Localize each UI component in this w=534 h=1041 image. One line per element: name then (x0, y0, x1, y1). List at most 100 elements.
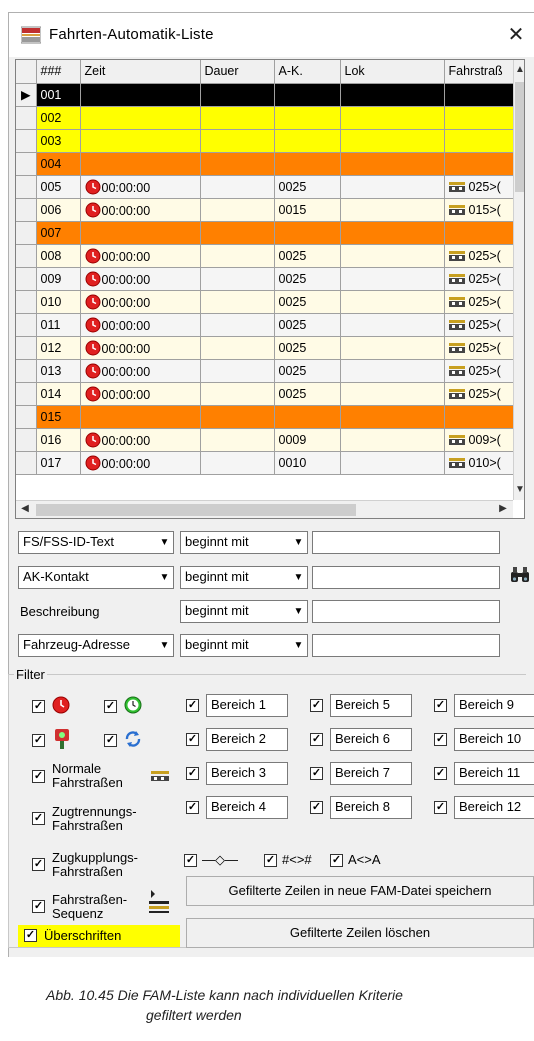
search-field-select-2[interactable]: AK-Kontakt ▼ (18, 566, 174, 589)
bereich-11-checkbox[interactable]: ✓ (434, 767, 447, 780)
row-selector[interactable] (16, 382, 37, 406)
table-row[interactable]: 013 00:00:00 0025 025>( (16, 359, 515, 383)
filter-clock-red-checkbox[interactable]: ✓ (32, 700, 45, 713)
filter-zugtrennung-checkbox[interactable]: ✓ (32, 812, 45, 825)
search-mode-select-2[interactable]: beginnt mit ▼ (180, 566, 308, 589)
bereich-8-checkbox[interactable]: ✓ (310, 801, 323, 814)
bereich-7-checkbox[interactable]: ✓ (310, 767, 323, 780)
bereich-1-checkbox[interactable]: ✓ (186, 699, 199, 712)
row-selector[interactable] (16, 152, 37, 176)
save-filtered-button[interactable]: Gefilterte Zeilen in neue FAM-Datei spei… (186, 876, 534, 906)
bereich-8-field[interactable]: Bereich 8 (330, 796, 412, 819)
row-selector[interactable] (16, 106, 37, 130)
horizontal-scroll-thumb[interactable] (36, 504, 356, 516)
row-selector[interactable] (16, 175, 37, 199)
table-row[interactable]: 008 00:00:00 0025 025>( (16, 244, 515, 268)
row-selector[interactable] (16, 129, 37, 153)
col-header-ak[interactable]: A-K. (274, 60, 341, 84)
col-header-dauer[interactable]: Dauer (200, 60, 275, 84)
filter-sync-checkbox[interactable]: ✓ (104, 734, 117, 747)
search-input-4[interactable] (312, 634, 500, 657)
bereich-6-checkbox[interactable]: ✓ (310, 733, 323, 746)
search-mode-select-1[interactable]: beginnt mit ▼ (180, 531, 308, 554)
row-selector[interactable] (16, 244, 37, 268)
col-header-lok[interactable]: Lok (340, 60, 445, 84)
row-selector[interactable] (16, 198, 37, 222)
bereich-2-field[interactable]: Bereich 2 (206, 728, 288, 751)
table-row[interactable]: 005 00:00:00 0025 025>( (16, 175, 515, 199)
row-selector[interactable] (16, 336, 37, 360)
table-row[interactable]: 003 (16, 129, 515, 153)
bereich-4-field[interactable]: Bereich 4 (206, 796, 288, 819)
search-mode-select-3[interactable]: beginnt mit ▼ (180, 600, 308, 623)
filter-arrow-checkbox[interactable]: ✓ (184, 854, 197, 867)
bereich-7-field[interactable]: Bereich 7 (330, 762, 412, 785)
row-selector[interactable] (16, 428, 37, 452)
row-selector[interactable] (16, 359, 37, 383)
filter-hash-checkbox[interactable]: ✓ (264, 854, 277, 867)
filter-clock-green-checkbox[interactable]: ✓ (104, 700, 117, 713)
row-selector[interactable] (16, 267, 37, 291)
table-row[interactable]: 007 (16, 221, 515, 245)
search-input-2[interactable] (312, 566, 500, 589)
bereich-5-checkbox[interactable]: ✓ (310, 699, 323, 712)
bereich-3-checkbox[interactable]: ✓ (186, 767, 199, 780)
table-row[interactable]: 012 00:00:00 0025 025>( (16, 336, 515, 360)
bereich-4-checkbox[interactable]: ✓ (186, 801, 199, 814)
search-mode-select-4[interactable]: beginnt mit ▼ (180, 634, 308, 657)
table-row[interactable]: 002 (16, 106, 515, 130)
filter-signal-checkbox[interactable]: ✓ (32, 734, 45, 747)
vertical-scrollbar[interactable]: ▲ ▼ (513, 60, 524, 500)
close-icon[interactable]: ✕ (501, 21, 531, 49)
bereich-10-field[interactable]: Bereich 10 (454, 728, 534, 751)
table-row[interactable]: 004 (16, 152, 515, 176)
vertical-scroll-thumb[interactable] (515, 82, 524, 192)
fam-table[interactable]: ### Zeit Dauer A-K. Lok Fahrstraß ▶ 001 00… (15, 59, 525, 519)
bereich-12-field[interactable]: Bereich 12 (454, 796, 534, 819)
row-selector[interactable] (16, 290, 37, 314)
search-field-select-1[interactable]: FS/FSS-ID-Text ▼ (18, 531, 174, 554)
delete-filtered-button[interactable]: Gefilterte Zeilen löschen (186, 918, 534, 948)
scroll-up-icon[interactable]: ▲ (513, 62, 524, 78)
bereich-10-checkbox[interactable]: ✓ (434, 733, 447, 746)
row-selector[interactable]: ▶ (16, 83, 37, 107)
scroll-down-icon[interactable]: ▼ (513, 482, 524, 498)
bereich-2-checkbox[interactable]: ✓ (186, 733, 199, 746)
row-selector[interactable] (16, 405, 37, 429)
table-row[interactable]: ▶ 001 (16, 83, 515, 107)
filter-zugkupplung-checkbox[interactable]: ✓ (32, 858, 45, 871)
table-row[interactable]: 011 00:00:00 0025 025>( (16, 313, 515, 337)
bereich-3-field[interactable]: Bereich 3 (206, 762, 288, 785)
table-row[interactable]: 015 (16, 405, 515, 429)
search-field-select-4[interactable]: Fahrzeug-Adresse ▼ (18, 634, 174, 657)
row-selector[interactable] (16, 313, 37, 337)
filter-sequenz-checkbox[interactable]: ✓ (32, 900, 45, 913)
table-row[interactable]: 009 00:00:00 0025 025>( (16, 267, 515, 291)
filter-ueberschriften-checkbox[interactable]: ✓ (24, 929, 37, 942)
table-row[interactable]: 006 00:00:00 0015 015>( (16, 198, 515, 222)
bereich-5-field[interactable]: Bereich 5 (330, 694, 412, 717)
scroll-left-icon[interactable]: ◀ (18, 501, 32, 517)
bereich-1-field[interactable]: Bereich 1 (206, 694, 288, 717)
scroll-right-icon[interactable]: ▶ (496, 501, 510, 517)
table-row[interactable]: 014 00:00:00 0025 025>( (16, 382, 515, 406)
horizontal-scrollbar[interactable]: ◀ ▶ (16, 500, 513, 518)
bereich-11-field[interactable]: Bereich 11 (454, 762, 534, 785)
bereich-6-field[interactable]: Bereich 6 (330, 728, 412, 751)
table-row[interactable]: 017 00:00:00 0010 010>( (16, 451, 515, 475)
search-input-1[interactable] (312, 531, 500, 554)
binoculars-icon[interactable] (510, 566, 530, 584)
search-input-3[interactable] (312, 600, 500, 623)
bereich-12-checkbox[interactable]: ✓ (434, 801, 447, 814)
row-selector[interactable] (16, 221, 37, 245)
col-header-zeit[interactable]: Zeit (80, 60, 201, 84)
table-row[interactable]: 016 00:00:00 0009 009>( (16, 428, 515, 452)
row-selector[interactable] (16, 451, 37, 475)
bereich-9-field[interactable]: Bereich 9 (454, 694, 534, 717)
col-header-fahrstrasse[interactable]: Fahrstraß (444, 60, 515, 84)
filter-ak-checkbox[interactable]: ✓ (330, 854, 343, 867)
filter-normale-checkbox[interactable]: ✓ (32, 770, 45, 783)
col-header-id[interactable]: ### (36, 60, 81, 84)
table-row[interactable]: 010 00:00:00 0025 025>( (16, 290, 515, 314)
bereich-9-checkbox[interactable]: ✓ (434, 699, 447, 712)
